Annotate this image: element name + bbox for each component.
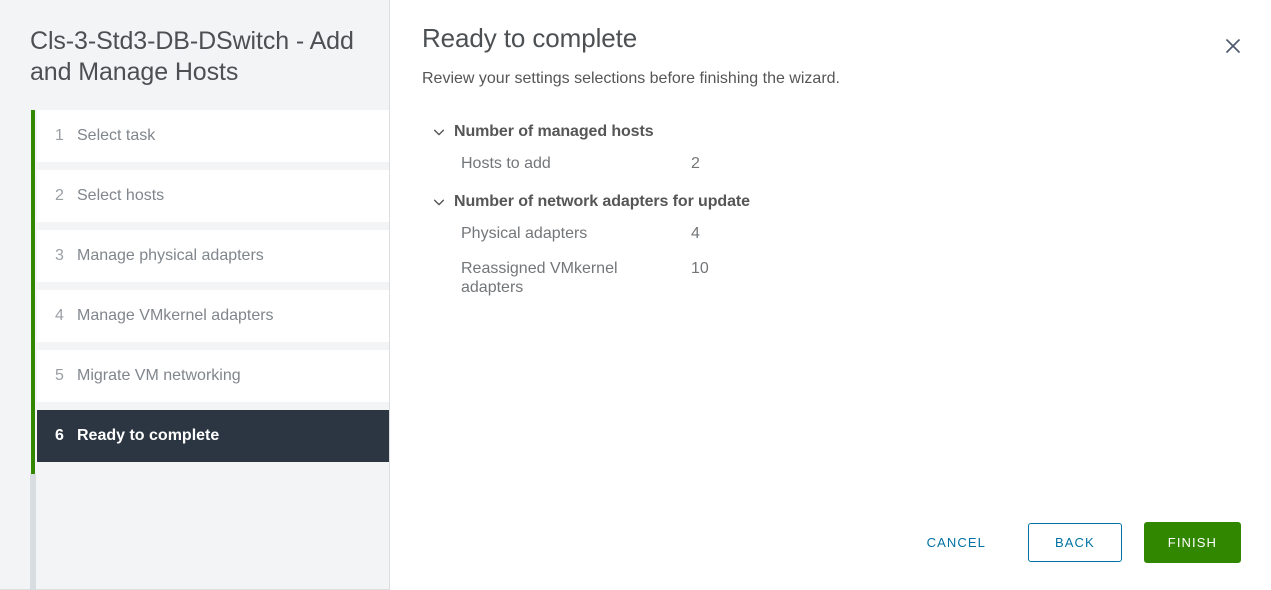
back-button[interactable]: BACK <box>1027 523 1122 562</box>
wizard-footer: CANCEL BACK FINISH <box>909 522 1241 563</box>
close-icon <box>1226 39 1240 53</box>
summary-section-managed-hosts: Number of managed hosts Hosts to add 2 <box>432 119 1239 173</box>
wizard-step-list: 1 Select task 2 Select hosts 3 Manage ph… <box>0 110 389 590</box>
settings-summary: Number of managed hosts Hosts to add 2 N… <box>422 119 1239 297</box>
sidebar-step-5[interactable]: 5 Migrate VM networking <box>37 350 389 402</box>
chevron-down-icon <box>433 129 445 136</box>
close-button[interactable] <box>1217 30 1249 62</box>
section-rows-network-adapters: Physical adapters 4 Reassigned VMkernel … <box>432 224 1239 297</box>
summary-row-value: 2 <box>691 155 700 172</box>
wizard-sidebar: Cls-3-Std3-DB-DSwitch - Add and Manage H… <box>0 0 390 590</box>
step-label: Ready to complete <box>77 427 220 444</box>
cancel-button[interactable]: CANCEL <box>909 525 1004 560</box>
summary-row-label: Physical adapters <box>461 225 588 242</box>
section-rows-managed-hosts: Hosts to add 2 <box>432 154 1239 173</box>
section-title: Number of managed hosts <box>454 123 654 140</box>
sidebar-step-1[interactable]: 1 Select task <box>37 110 389 162</box>
summary-row: Physical adapters 4 <box>461 224 1239 243</box>
step-label: Manage VMkernel adapters <box>77 307 274 324</box>
add-and-manage-hosts-wizard: Cls-3-Std3-DB-DSwitch - Add and Manage H… <box>0 0 1271 590</box>
step-number: 3 <box>55 247 64 264</box>
step-number: 2 <box>55 187 64 204</box>
summary-row: Reassigned VMkernel adapters 10 <box>461 259 1239 297</box>
wizard-content-panel: Ready to complete Review your settings s… <box>390 0 1271 590</box>
sidebar-step-2[interactable]: 2 Select hosts <box>37 170 389 222</box>
progress-rail-remaining <box>30 474 36 590</box>
sidebar-step-3[interactable]: 3 Manage physical adapters <box>37 230 389 282</box>
summary-row-value: 10 <box>691 260 709 277</box>
step-label: Migrate VM networking <box>77 367 241 384</box>
summary-row-value: 4 <box>691 225 700 242</box>
page-title: Ready to complete <box>422 23 638 53</box>
summary-row: Hosts to add 2 <box>461 154 1239 173</box>
finish-button[interactable]: FINISH <box>1143 522 1241 563</box>
page-subtitle: Review your settings selections before f… <box>422 70 840 87</box>
step-number: 5 <box>55 367 64 384</box>
step-number: 1 <box>55 127 64 144</box>
chevron-down-icon <box>433 199 445 206</box>
step-number: 6 <box>55 427 64 444</box>
section-header-network-adapters[interactable]: Number of network adapters for update <box>432 189 1239 215</box>
step-label: Select hosts <box>77 187 165 204</box>
sidebar-step-4[interactable]: 4 Manage VMkernel adapters <box>37 290 389 342</box>
step-number: 4 <box>55 307 64 324</box>
step-label: Select task <box>77 127 156 144</box>
section-header-managed-hosts[interactable]: Number of managed hosts <box>432 119 1239 145</box>
summary-row-label: Reassigned VMkernel adapters <box>461 260 618 296</box>
summary-section-network-adapters: Number of network adapters for update Ph… <box>432 189 1239 297</box>
summary-row-label: Hosts to add <box>461 155 551 172</box>
section-title: Number of network adapters for update <box>454 193 750 210</box>
wizard-title: Cls-3-Std3-DB-DSwitch - Add and Manage H… <box>30 27 354 86</box>
progress-rail-completed <box>31 110 35 474</box>
step-label: Manage physical adapters <box>77 247 264 264</box>
sidebar-step-6[interactable]: 6 Ready to complete <box>37 410 389 462</box>
